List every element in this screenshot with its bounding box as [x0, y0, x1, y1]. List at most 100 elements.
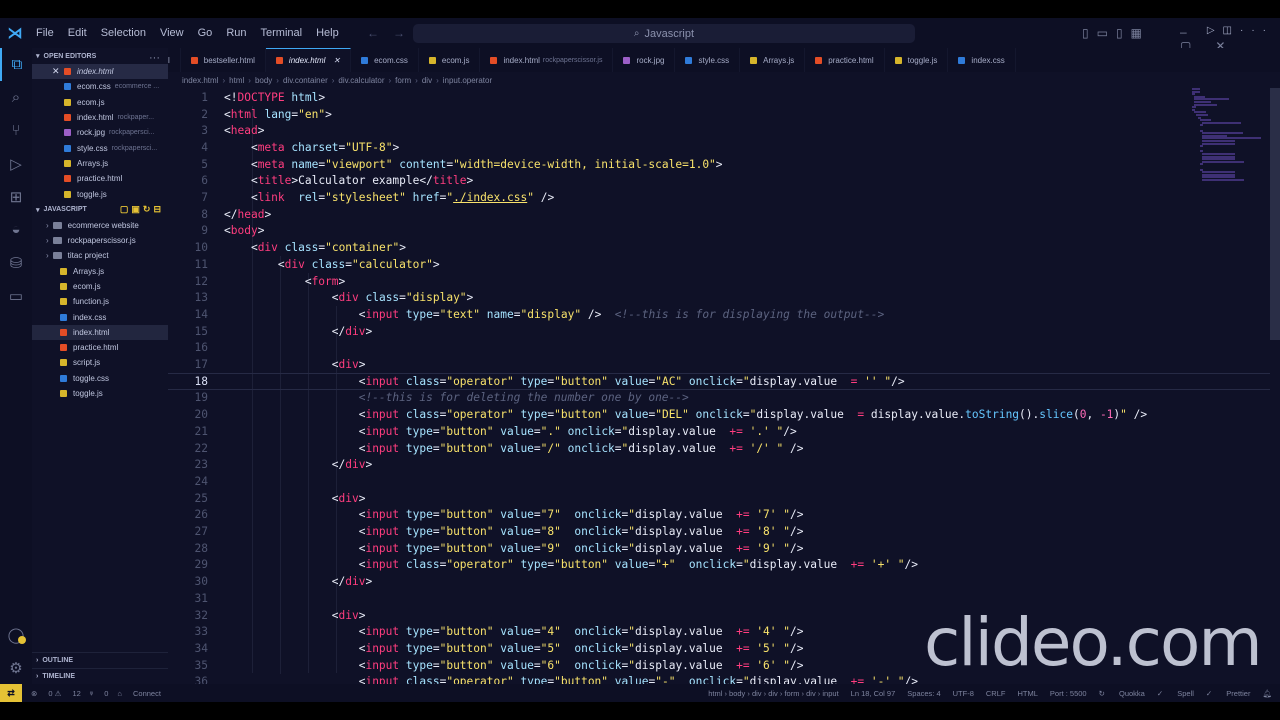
code-line[interactable]: 26 <input type="button" value="7" onclic… — [168, 507, 1270, 524]
encoding[interactable]: UTF-8 — [953, 689, 974, 698]
code-line[interactable]: 5 <meta name="viewport" content="width=d… — [168, 156, 1270, 173]
tab-index-html[interactable]: index.html ✕ — [265, 48, 352, 72]
open-editor-item[interactable]: practice.html — [32, 171, 168, 186]
more-icon[interactable]: ··· — [1240, 25, 1274, 36]
file-item[interactable]: practice.html — [32, 340, 168, 355]
breadcrumb-item[interactable]: div.calculator — [338, 76, 384, 85]
menu-file[interactable]: File — [36, 27, 54, 39]
database-icon[interactable]: ⛁ — [0, 246, 32, 279]
breadcrumb-item[interactable]: index.html — [182, 76, 218, 85]
breadcrumb-item[interactable]: div — [422, 76, 432, 85]
split-editor-icon[interactable]: ◫ — [1223, 25, 1240, 36]
code-line[interactable]: 4 <meta charset="UTF-8"> — [168, 139, 1270, 156]
tab-partial[interactable]: l — [168, 48, 181, 72]
code-line[interactable]: 11 <div class="calculator"> — [168, 256, 1270, 273]
code-line[interactable]: 29 <input class="operator" type="button"… — [168, 557, 1270, 574]
code-line[interactable]: 2 <html lang="en"> — [168, 106, 1270, 123]
notifications-bell-icon[interactable]: 🔔︎ — [1262, 689, 1272, 698]
open-editor-item[interactable]: index.html rockpaper... — [32, 110, 168, 125]
tab-index-html[interactable]: index.html rockpaperscissor.js — [480, 48, 614, 72]
tab-practice-html[interactable]: practice.html — [805, 48, 885, 72]
live-server-port[interactable]: Port : 5500 — [1050, 689, 1087, 698]
run-icon[interactable]: ▷ — [1207, 25, 1223, 36]
code-line[interactable]: 22 <input type="button" value="/" onclic… — [168, 440, 1270, 457]
timeline-header[interactable]: › TIMELINE — [32, 668, 168, 684]
code-line[interactable]: 18 <input class="operator" type="button"… — [168, 372, 1270, 390]
open-editor-item[interactable]: ✕ index.html — [32, 64, 168, 80]
layout-controls-icon[interactable]: ▯▭▯▦ — [1082, 26, 1150, 40]
end-of-line[interactable]: CRLF — [986, 689, 1006, 698]
code-line[interactable]: 23 </div> — [168, 456, 1270, 473]
breadcrumb-item[interactable]: input.operator — [443, 76, 492, 85]
file-item[interactable]: Arrays.js — [32, 264, 168, 279]
nav-arrows[interactable]: ←→ — [367, 26, 419, 40]
folder-header[interactable]: ▾ JAVASCRIPT ▢▣↻⊟ — [32, 202, 168, 218]
file-item[interactable]: function.js — [32, 294, 168, 309]
tab-rock-jpg[interactable]: rock.jpg — [613, 48, 676, 72]
menu-terminal[interactable]: Terminal — [261, 27, 303, 39]
file-item[interactable]: toggle.css — [32, 371, 168, 386]
editor-actions[interactable]: ▷ ◫ ··· — [1198, 18, 1274, 42]
code-line[interactable]: 14 <input type="text" name="display" /> … — [168, 306, 1270, 323]
file-item[interactable]: ecom.js — [32, 279, 168, 294]
folder-item[interactable]: › ecommerce website — [32, 218, 168, 233]
open-editor-item[interactable]: ecom.js — [32, 95, 168, 110]
settings-gear-icon[interactable]: ⚙ — [0, 651, 32, 684]
extensions-icon[interactable]: ⊞ — [0, 180, 32, 213]
status-path[interactable]: html › body › div › div › form › div › i… — [708, 689, 838, 698]
code-editor[interactable]: 1 <!DOCTYPE html> 2 <html lang="en"> 3 <head>… — [168, 88, 1270, 684]
tab-ecom-js[interactable]: ecom.js — [419, 48, 481, 72]
open-editor-item[interactable]: style.css rockpapersci... — [32, 140, 168, 155]
language-mode[interactable]: HTML — [1017, 689, 1037, 698]
file-item[interactable]: script.js — [32, 355, 168, 370]
menu-edit[interactable]: Edit — [68, 27, 87, 39]
file-item[interactable]: index.css — [32, 309, 168, 324]
remote-indicator-icon[interactable]: ⇄ — [0, 684, 22, 702]
tab-arrays-js[interactable]: Arrays.js — [740, 48, 806, 72]
remote-explorer-icon[interactable]: ▭ — [0, 279, 32, 312]
menu-help[interactable]: Help — [316, 27, 339, 39]
tab-toggle-js[interactable]: toggle.js — [885, 48, 949, 72]
search-icon[interactable]: ⌕ — [0, 81, 32, 114]
account-icon[interactable]: ◯ — [0, 618, 32, 651]
code-line[interactable]: 27 <input type="button" value="8" onclic… — [168, 523, 1270, 540]
code-line[interactable]: 16 — [168, 340, 1270, 357]
code-line[interactable]: 25 <div> — [168, 490, 1270, 507]
menu-run[interactable]: Run — [226, 27, 246, 39]
code-line[interactable]: 6 <title>Calculator example</title> — [168, 173, 1270, 190]
prettier-status[interactable]: ✓ Prettier — [1206, 689, 1251, 698]
source-control-icon[interactable]: ⑂ — [0, 114, 32, 147]
folder-item[interactable]: › rockpaperscissor.js — [32, 233, 168, 248]
menu-selection[interactable]: Selection — [101, 27, 146, 39]
open-editor-item[interactable]: toggle.js — [32, 186, 168, 201]
connect-button[interactable]: ⌂ Connect — [117, 689, 161, 698]
cursor-position[interactable]: Ln 18, Col 97 — [851, 689, 896, 698]
code-line[interactable]: 1 <!DOCTYPE html> — [168, 89, 1270, 106]
code-line[interactable]: 7 <link rel="stylesheet" href="./index.c… — [168, 189, 1270, 206]
open-editor-item[interactable]: ecom.css ecommerce ... — [32, 79, 168, 94]
open-editor-item[interactable]: Arrays.js — [32, 156, 168, 171]
breadcrumb-item[interactable]: body — [255, 76, 272, 85]
tab-bestseller-html[interactable]: bestseller.html — [181, 48, 266, 72]
command-center-search[interactable]: ⌕ Javascript — [413, 24, 915, 43]
code-line[interactable]: 13 <div class="display"> — [168, 289, 1270, 306]
outline-header[interactable]: › OUTLINE — [32, 652, 168, 668]
code-line[interactable]: 24 — [168, 473, 1270, 490]
close-icon[interactable]: ✕ — [333, 56, 340, 65]
explorer-icon[interactable]: ⧉ — [0, 48, 32, 81]
minimap[interactable] — [1192, 88, 1270, 184]
menu-go[interactable]: Go — [198, 27, 213, 39]
folder-item[interactable]: › titac project — [32, 248, 168, 263]
code-line[interactable]: 20 <input class="operator" type="button"… — [168, 406, 1270, 423]
code-line[interactable]: 21 <input type="button" value="." onclic… — [168, 423, 1270, 440]
run-debug-icon[interactable]: ▷ — [0, 147, 32, 180]
code-line[interactable]: 8 </head> — [168, 206, 1270, 223]
quokka-status[interactable]: ↻ Quokka — [1099, 689, 1145, 698]
code-line[interactable]: 19 <!--this is for deleting the number o… — [168, 390, 1270, 407]
code-line[interactable]: 9 <body> — [168, 223, 1270, 240]
file-item[interactable]: index.html — [32, 324, 168, 341]
breadcrumb-item[interactable]: form — [395, 76, 411, 85]
editor-scrollbar[interactable] — [1270, 88, 1280, 340]
close-icon[interactable]: ✕ — [52, 66, 60, 77]
breadcrumb-item[interactable]: html — [229, 76, 244, 85]
